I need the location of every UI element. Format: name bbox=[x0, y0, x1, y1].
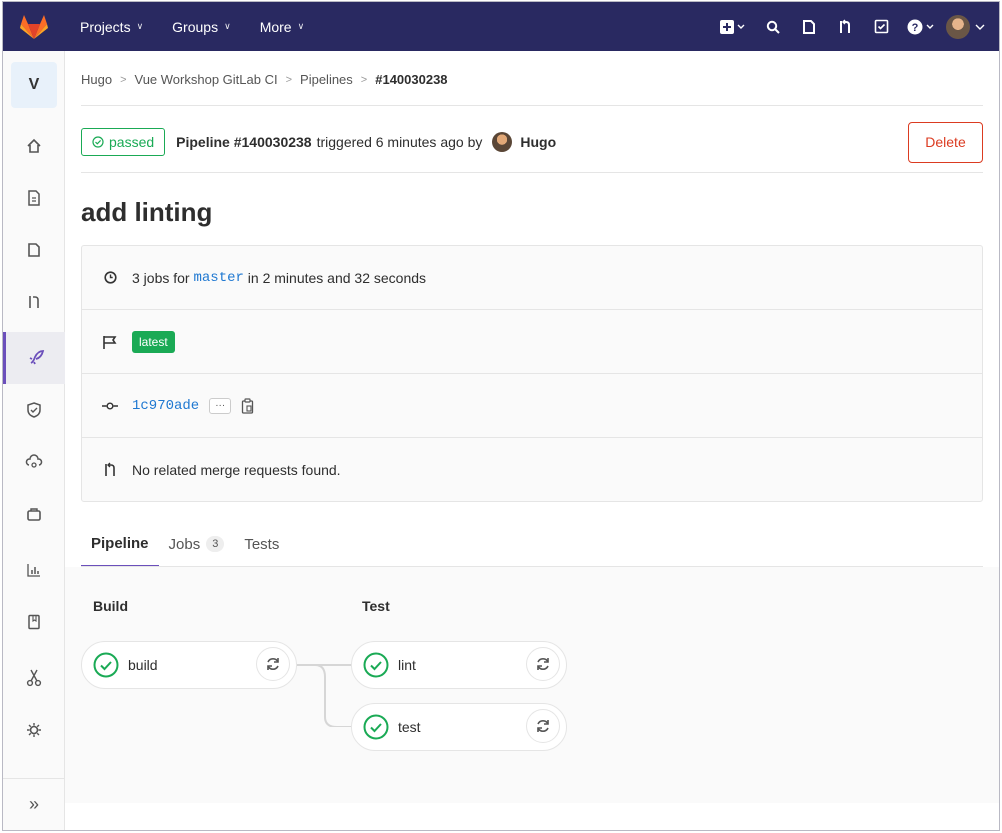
check-circle-icon bbox=[92, 136, 104, 148]
divider bbox=[81, 172, 983, 173]
gitlab-logo[interactable] bbox=[3, 2, 65, 51]
breadcrumb-item[interactable]: Hugo bbox=[81, 72, 112, 87]
nav-projects[interactable]: Projects ∨ bbox=[80, 19, 143, 35]
merge-requests-row: No related merge requests found. bbox=[82, 438, 982, 502]
merge-request-icon[interactable] bbox=[829, 11, 861, 43]
avatar bbox=[946, 14, 970, 39]
pipeline-info-box: 3 jobs for master in 2 minutes and 32 se… bbox=[81, 245, 983, 502]
collapse-sidebar-button[interactable]: » bbox=[3, 778, 65, 830]
retry-icon bbox=[267, 658, 279, 670]
copy-clipboard-icon[interactable] bbox=[241, 397, 254, 414]
flag-icon bbox=[102, 335, 118, 349]
tab-jobs[interactable]: Jobs 3 bbox=[159, 521, 235, 567]
tab-tests[interactable]: Tests bbox=[234, 521, 289, 567]
pipeline-graph: Build Test build lint test bbox=[65, 567, 999, 803]
breadcrumb-item[interactable]: Vue Workshop GitLab CI bbox=[135, 72, 278, 87]
breadcrumb: Hugo > Vue Workshop GitLab CI > Pipeline… bbox=[81, 72, 448, 87]
project-avatar[interactable]: V bbox=[11, 62, 57, 108]
retry-button[interactable] bbox=[526, 709, 560, 743]
help-icon[interactable]: ? bbox=[901, 11, 941, 43]
nav-groups[interactable]: Groups ∨ bbox=[172, 19, 231, 35]
pipeline-header: passed Pipeline #140030238 triggered 6 m… bbox=[81, 121, 983, 163]
merge-request-icon bbox=[102, 462, 118, 478]
retry-icon bbox=[537, 720, 549, 732]
svg-text:?: ? bbox=[912, 22, 919, 34]
repository-icon[interactable] bbox=[3, 172, 65, 224]
latest-badge: latest bbox=[132, 330, 175, 353]
nav-more[interactable]: More ∨ bbox=[260, 19, 305, 35]
job-build[interactable]: build bbox=[81, 641, 297, 689]
gitlab-logo-icon bbox=[20, 14, 48, 39]
chevron-down-icon: ∨ bbox=[224, 21, 231, 31]
todo-icon[interactable] bbox=[865, 11, 897, 43]
job-test[interactable]: test bbox=[351, 703, 567, 751]
status-success-icon bbox=[363, 652, 389, 678]
home-icon[interactable] bbox=[3, 120, 65, 172]
stage-title-test: Test bbox=[362, 598, 390, 614]
status-success-icon bbox=[363, 714, 389, 740]
settings-icon[interactable] bbox=[3, 704, 65, 756]
operations-icon[interactable] bbox=[3, 436, 65, 488]
commit-row: 1c970ade ··· bbox=[82, 374, 982, 438]
merge-requests-icon[interactable] bbox=[3, 276, 65, 328]
chevron-down-icon: ∨ bbox=[136, 21, 144, 31]
project-sidebar: V » bbox=[3, 51, 65, 830]
chevron-right-icon: > bbox=[285, 73, 293, 86]
tab-pipeline[interactable]: Pipeline bbox=[81, 521, 159, 567]
pipeline-id: Pipeline #140030238 bbox=[176, 134, 312, 150]
user-avatar[interactable] bbox=[945, 11, 987, 43]
issues-icon[interactable] bbox=[793, 11, 825, 43]
packages-icon[interactable] bbox=[3, 488, 65, 540]
breadcrumb-current[interactable]: #140030238 bbox=[375, 72, 447, 87]
app-window: Projects ∨ Groups ∨ More ∨ ? V » Hugo > … bbox=[2, 1, 1000, 831]
search-icon[interactable] bbox=[757, 11, 789, 43]
clock-icon bbox=[102, 271, 118, 284]
top-navbar: Projects ∨ Groups ∨ More ∨ ? bbox=[3, 2, 999, 51]
commit-sha-link[interactable]: 1c970ade bbox=[132, 398, 199, 414]
plus-square-icon[interactable] bbox=[713, 11, 753, 43]
jobs-summary-row: 3 jobs for master in 2 minutes and 32 se… bbox=[82, 246, 982, 310]
pipeline-tabs: Pipeline Jobs 3 Tests bbox=[81, 521, 289, 567]
issues-icon[interactable] bbox=[3, 224, 65, 276]
jobs-count-badge: 3 bbox=[206, 536, 225, 552]
security-icon[interactable] bbox=[3, 384, 65, 436]
stage-title-build: Build bbox=[93, 598, 128, 614]
delete-button[interactable]: Delete bbox=[908, 121, 983, 163]
stage-connector-lines bbox=[297, 664, 353, 727]
avatar[interactable] bbox=[492, 132, 513, 152]
ci-cd-icon[interactable] bbox=[3, 332, 65, 384]
chevron-right-icon: > bbox=[360, 73, 368, 86]
status-success-icon bbox=[93, 652, 119, 678]
chevron-right-icon: > bbox=[120, 73, 127, 86]
retry-icon bbox=[537, 658, 549, 670]
retry-button[interactable] bbox=[256, 647, 290, 681]
triggered-text: triggered 6 minutes ago by bbox=[316, 134, 483, 150]
user-link[interactable]: Hugo bbox=[520, 134, 556, 150]
expand-commit-message-button[interactable]: ··· bbox=[209, 397, 232, 414]
status-badge[interactable]: passed bbox=[81, 128, 166, 156]
branch-link[interactable]: master bbox=[193, 270, 243, 286]
analytics-icon[interactable] bbox=[3, 544, 65, 596]
job-lint[interactable]: lint bbox=[351, 641, 567, 689]
commit-icon bbox=[102, 401, 118, 411]
wiki-icon[interactable] bbox=[3, 596, 65, 648]
snippets-icon[interactable] bbox=[3, 652, 65, 704]
divider bbox=[81, 105, 983, 106]
pipeline-summary: Pipeline #140030238 triggered 6 minutes … bbox=[176, 132, 556, 152]
tags-row: latest bbox=[82, 310, 982, 374]
main-content: Hugo > Vue Workshop GitLab CI > Pipeline… bbox=[65, 51, 999, 830]
chevron-down-icon: ∨ bbox=[297, 21, 305, 31]
page-title: add linting bbox=[81, 197, 213, 227]
breadcrumb-item[interactable]: Pipelines bbox=[300, 72, 353, 87]
retry-button[interactable] bbox=[526, 647, 560, 681]
